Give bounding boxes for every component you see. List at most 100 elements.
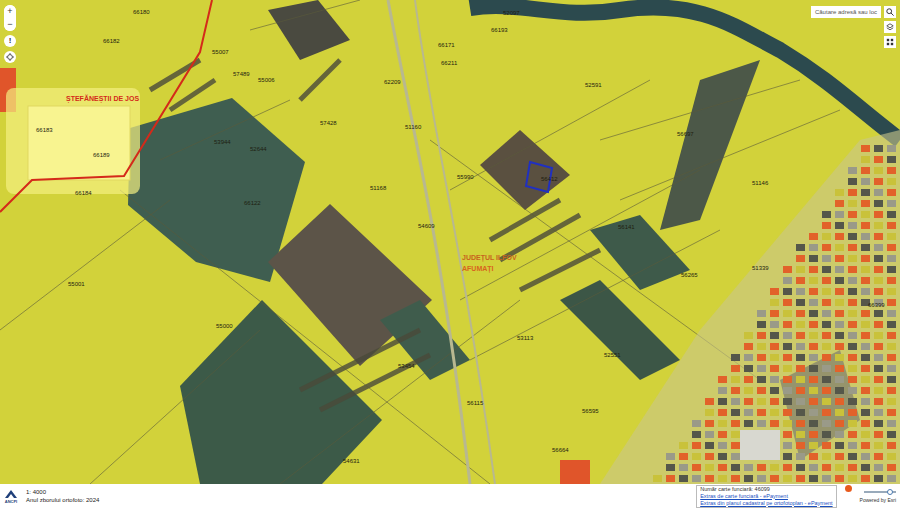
building [887,464,896,471]
parcel-number[interactable]: 53944 [214,139,231,146]
parcel-number[interactable]: 56141 [618,224,635,231]
building [770,332,779,339]
building [783,398,792,405]
parcel-number[interactable]: 51146 [752,180,768,187]
parcel-number[interactable]: 51339 [752,265,769,272]
parcel-number[interactable]: 62209 [384,79,401,86]
building [783,475,792,482]
search-button[interactable] [884,6,896,18]
building [874,332,883,339]
parcel-number[interactable]: 66180 [133,9,150,16]
parcel-number[interactable]: 51160 [405,124,421,131]
building [783,277,792,284]
building [835,475,844,482]
parcel-number[interactable]: 66211 [441,60,457,67]
building [718,420,727,427]
urban-area [600,130,900,484]
parcel-number[interactable]: 66399 [868,302,885,309]
building [783,299,792,306]
parcel-number[interactable]: 66193 [491,27,508,34]
building [822,321,831,328]
locality-label: AFUMAȚI [462,265,494,273]
status-dot [845,485,852,492]
map-canvas[interactable]: 66180 66182 55007 57489 55006 66183 66189 66184… [0,0,900,484]
building [822,387,831,394]
parcel-number[interactable]: 52097 [503,10,520,17]
building [874,376,883,383]
parcel-number[interactable]: 52551 [604,352,621,359]
building [770,288,779,295]
parcel-number[interactable]: 53454 [398,363,415,370]
parcel-number[interactable]: 52644 [250,146,267,153]
zoom-in-button[interactable]: + [4,5,16,18]
building [887,387,896,394]
building [783,431,792,438]
parcel-number[interactable]: 66182 [103,38,120,45]
building [835,222,844,229]
building [731,420,740,427]
building [796,398,805,405]
parcel-number[interactable]: 55000 [216,323,233,330]
building [887,189,896,196]
building [848,475,857,482]
parcel-number[interactable]: 57489 [233,71,250,78]
parcel-number[interactable]: 54631 [343,458,360,465]
slider-knob[interactable] [887,489,893,495]
building [861,475,870,482]
parcel-number[interactable]: 66184 [75,190,92,197]
parcel-number[interactable]: 55006 [258,77,275,84]
parcel-number[interactable]: 56664 [552,447,569,454]
parcel-number[interactable]: 55007 [212,49,229,56]
building [757,310,766,317]
building [796,365,805,372]
parcel-number[interactable]: 66183 [36,127,53,134]
building [560,460,590,484]
epayment-link[interactable]: Extras de carte funciară - ePayment [700,493,832,500]
building [861,453,870,460]
building [861,332,870,339]
basemap-button[interactable] [884,36,896,48]
building [874,354,883,361]
zoom-out-button[interactable]: − [4,18,16,31]
building [835,200,844,207]
locate-button[interactable] [4,51,16,63]
info-button[interactable]: ! [4,35,16,47]
parcel-number[interactable]: 66189 [93,152,110,159]
parcel-number[interactable]: 52591 [585,82,602,89]
building [692,420,701,427]
building [874,431,883,438]
building [874,233,883,240]
building [796,431,805,438]
parcel-number[interactable]: 54609 [418,223,435,230]
parcel-number[interactable]: 56697 [677,131,694,138]
building [653,475,662,482]
building [848,376,857,383]
building [835,398,844,405]
parcel-number[interactable]: 51168 [370,185,386,192]
building [848,233,857,240]
building [705,453,714,460]
building [874,409,883,416]
building [861,398,870,405]
parcel-number[interactable]: 56265 [681,272,698,279]
parcel-number[interactable]: 56412 [541,176,558,183]
building [861,189,870,196]
building [887,332,896,339]
locality-label: JUDEȚUL ILFOV [462,254,517,262]
parcel-number[interactable]: 53113 [517,335,533,342]
building [887,266,896,273]
building [705,475,714,482]
parcel-number[interactable]: 55990 [457,174,474,181]
opacity-slider[interactable] [864,489,896,495]
parcel-number[interactable]: 66122 [244,200,261,207]
layers-button[interactable] [884,21,896,33]
building [848,464,857,471]
epayment-link[interactable]: Extras din planul cadastral pe ortofotop… [700,500,832,507]
parcel-number[interactable]: 57428 [320,120,337,127]
parcel-number[interactable]: 56595 [582,408,599,415]
building [822,233,831,240]
search-field[interactable]: Căutare adresă sau loc [811,6,881,18]
parcel-number[interactable]: 66171 [438,42,455,49]
parcel-number[interactable]: 56115 [467,400,483,407]
parcel-number[interactable]: 55001 [68,281,85,288]
